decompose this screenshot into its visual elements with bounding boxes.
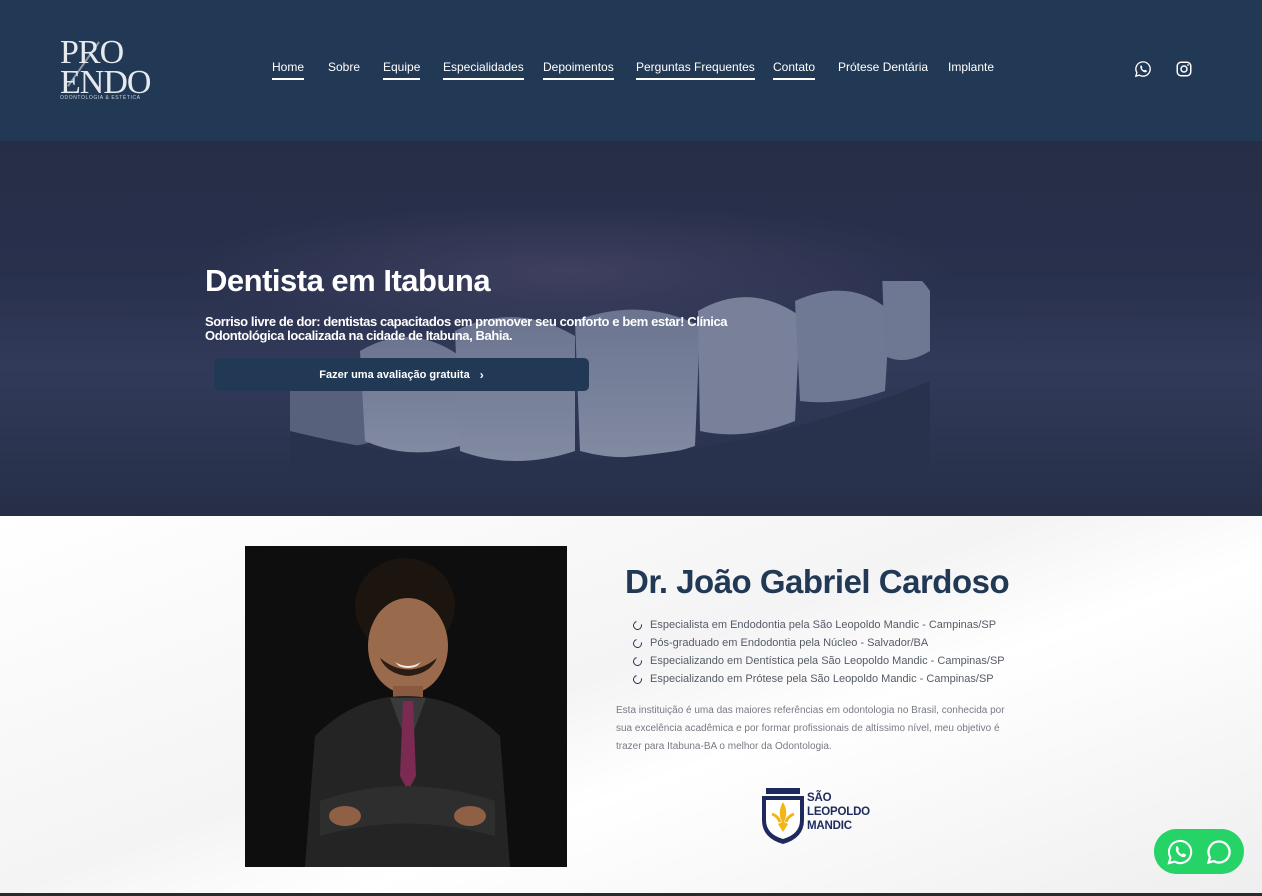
list-item: Especializando em Dentística pela São Le… [631,652,1005,670]
doctor-name: Dr. João Gabriel Cardoso [625,563,1010,600]
hero-subtitle: Sorriso livre de dor: dentistas capacita… [205,314,728,343]
qualifications-list: Especialista em Endodontia pela São Leop… [631,616,1005,688]
instagram-icon[interactable] [1175,60,1193,78]
nav-equipe[interactable]: Equipe [383,60,421,80]
shield-icon [762,788,804,844]
hero-title: Dentista em Itabuna [205,263,491,298]
logo-tagline: ODONTOLOGIA & ESTÉTICA [60,95,141,101]
free-evaluation-button[interactable]: Fazer uma avaliação gratuita › [214,358,589,391]
nav-contato[interactable]: Contato [773,60,816,80]
chat-bubble-icon [1206,839,1231,864]
nav-implante[interactable]: Implante [948,60,994,78]
institution-line-2: LEOPOLDO [807,806,870,818]
logo-line-2: ENDO [60,64,151,101]
institution-line-3: MANDIC [807,820,852,832]
nav-sobre[interactable]: Sobre [328,60,360,78]
qualification-text: Especialista em Endodontia pela São Leop… [650,619,997,631]
circle-bullet-icon [631,654,644,668]
circle-bullet-icon [631,618,644,632]
list-item: Especializando em Prótese pela São Leopo… [631,670,1005,688]
whatsapp-icon[interactable] [1134,60,1152,78]
cta-label: Fazer uma avaliação gratuita [319,368,470,381]
sao-leopoldo-mandic-logo: SÃO LEOPOLDO MANDIC [762,788,892,844]
list-item: Pós-graduado em Endodontia pela Núcleo -… [631,634,1005,652]
nav-protese-dentaria[interactable]: Prótese Dentária [838,60,928,78]
nav-home[interactable]: Home [272,60,305,80]
list-item: Especialista em Endodontia pela São Leop… [631,616,1005,634]
qualification-text: Pós-graduado em Endodontia pela Núcleo -… [650,637,929,649]
institution-line-1: SÃO [807,792,832,804]
doctor-description: Esta instituição é uma das maiores refer… [616,705,1005,752]
circle-bullet-icon [631,636,644,650]
institution-name: SÃO LEOPOLDO MANDIC [807,791,870,833]
qualification-text: Especializando em Prótese pela São Leopo… [650,673,994,685]
pro-endo-logo[interactable]: PRO ENDO ODONTOLOGIA & ESTÉTICA [60,36,151,104]
nav-depoimentos[interactable]: Depoimentos [543,60,614,80]
nav-perguntas-frequentes[interactable]: Perguntas Frequentes [636,60,755,80]
qualification-text: Especializando em Dentística pela São Le… [650,655,1005,667]
doctor-photo [245,546,567,867]
chevron-right-icon: › [479,367,484,382]
circle-bullet-icon [631,672,644,686]
site-header: PRO ENDO ODONTOLOGIA & ESTÉTICA Home Sob… [0,0,1262,141]
whatsapp-icon [1166,839,1192,865]
floating-whatsapp-button[interactable] [1154,829,1244,874]
nav-especialidades[interactable]: Especialidades [443,60,524,80]
